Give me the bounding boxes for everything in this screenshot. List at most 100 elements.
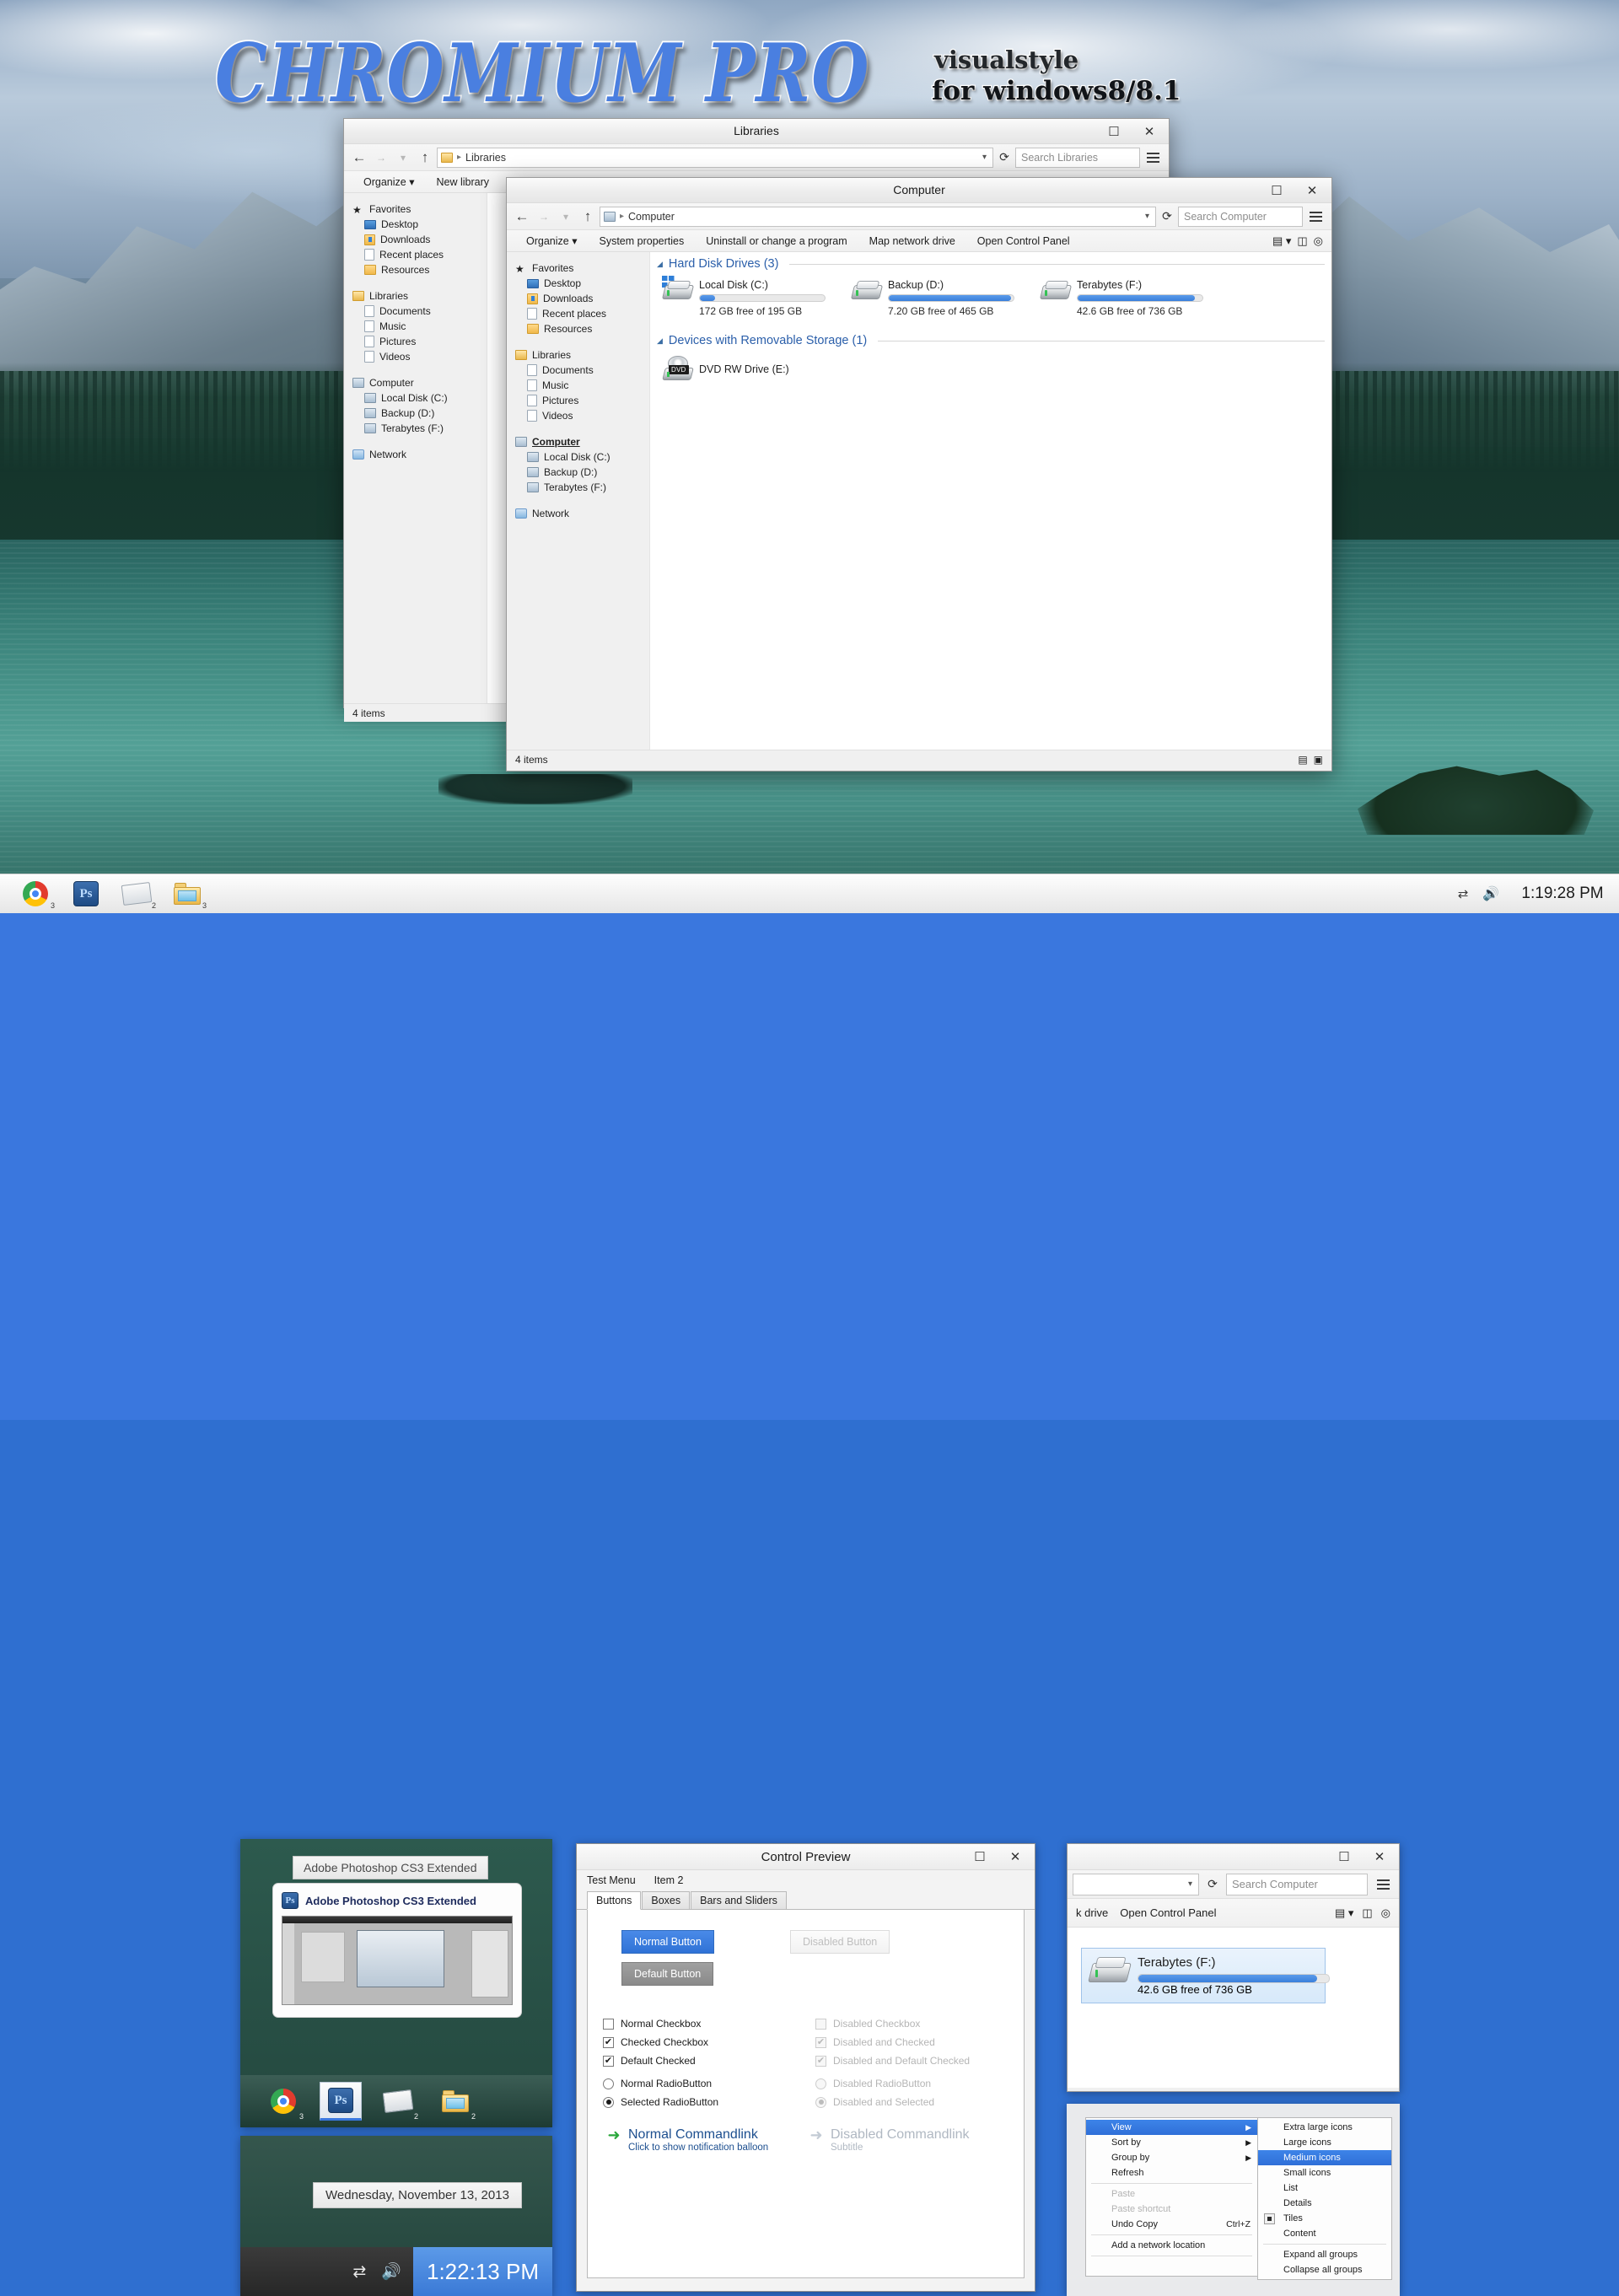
chevron-down-icon[interactable]: ◢ [657, 260, 663, 269]
refresh-icon[interactable]: ⟳ [1158, 207, 1176, 227]
taskbar-clock[interactable]: 1:19:28 PM [1509, 874, 1616, 914]
libraries-menu-icon[interactable] [1142, 148, 1164, 168]
libraries-maximize-button[interactable]: ☐ [1096, 119, 1132, 143]
menu-item-details[interactable]: Details [1258, 2196, 1391, 2211]
checkbox-checked-row[interactable]: Checked Checkbox [603, 2036, 708, 2048]
refresh-icon[interactable]: ⟳ [995, 148, 1014, 168]
back-icon[interactable]: ← [512, 207, 532, 227]
volume-tray-icon[interactable]: 🔊 [1482, 887, 1499, 901]
address-chevron-down-icon[interactable]: ▾ [982, 153, 989, 162]
checkbox-default-checked-row[interactable]: Default Checked [603, 2055, 708, 2067]
explorer-crop-maximize-button[interactable]: ☐ [1326, 1844, 1362, 1869]
taskbar-item-photoshop[interactable]: Ps [64, 877, 108, 914]
forward-icon[interactable]: → [534, 207, 554, 227]
normal-radio-row[interactable]: Normal RadioButton [603, 2078, 718, 2089]
menu-item-test-menu[interactable]: Test Menu [587, 1874, 636, 1886]
menu-item-medium-icons[interactable]: Medium icons [1258, 2150, 1391, 2165]
drive-tile[interactable]: DVD DVD RW Drive (E:) [659, 352, 847, 384]
drive-tile-selected[interactable]: Terabytes (F:) 42.6 GB free of 736 GB [1081, 1948, 1330, 2003]
address-chevron-down-icon[interactable]: ▾ [1188, 1879, 1195, 1889]
sidebar-item-favorites[interactable]: ★ Favorites [514, 261, 649, 276]
sidebar-item-resources[interactable]: Resources [514, 321, 649, 336]
menu-item-item-2[interactable]: Item 2 [654, 1874, 684, 1886]
taskbar-item-notepad[interactable]: 2 [377, 2082, 419, 2121]
chevron-down-icon[interactable]: ◢ [657, 336, 663, 346]
menu-item-extra-large-icons[interactable]: Extra large icons [1258, 2120, 1391, 2135]
explorer-crop-content[interactable]: Terabytes (F:) 42.6 GB free of 736 GB [1068, 1928, 1399, 2088]
libraries-organize-button[interactable]: Organize ▾ [352, 173, 425, 191]
open-control-panel-button[interactable]: Open Control Panel [1120, 1906, 1216, 1919]
details-view-icon[interactable]: ▤ [1298, 754, 1307, 766]
libraries-titlebar[interactable]: Libraries ☐ ✕ [344, 119, 1169, 144]
menu-item-content[interactable]: Content [1258, 2226, 1391, 2241]
forward-icon[interactable]: → [371, 148, 391, 168]
sidebar-item-resources[interactable]: Resources [351, 262, 487, 277]
network-tray-icon[interactable]: ⇄ [1454, 887, 1472, 901]
checked-checkbox[interactable] [603, 2036, 614, 2048]
menu-item-list[interactable]: List [1258, 2180, 1391, 2196]
computer-titlebar[interactable]: Computer ☐ ✕ [507, 178, 1331, 203]
sidebar-item-recent-places[interactable]: Recent places [514, 306, 649, 321]
libraries-new-library-button[interactable]: New library [425, 173, 500, 191]
volume-tray-icon[interactable]: 🔊 [381, 2261, 401, 2282]
back-icon[interactable]: ← [349, 148, 369, 168]
menu-item-large-icons[interactable]: Large icons [1258, 2135, 1391, 2150]
computer-address-bar[interactable]: ▸ Computer ▾ [600, 206, 1156, 227]
explorer-crop-panel[interactable]: ☐ ✕ ▾ ⟳ Search Computer k drive Open Con… [1067, 1843, 1400, 2092]
help-icon[interactable]: ◎ [1381, 1906, 1390, 1920]
photoshop-thumbnail[interactable]: Ps Adobe Photoshop CS3 Extended [272, 1883, 522, 2018]
uninstall-change-program-button[interactable]: Uninstall or change a program [695, 232, 858, 250]
menu-item-group-by[interactable]: Group by ▶ [1086, 2150, 1257, 2165]
group-header-hard-disk-drives[interactable]: ◢ Hard Disk Drives (3) [650, 252, 1331, 272]
computer-organize-button[interactable]: Organize ▾ [515, 232, 588, 250]
taskbar-item-chrome[interactable]: 3 [262, 2082, 304, 2121]
refresh-icon[interactable]: ⟳ [1203, 1874, 1222, 1895]
preview-pane-icon[interactable]: ◫ [1297, 234, 1307, 248]
checkbox-normal-row[interactable]: Normal Checkbox [603, 2018, 708, 2030]
up-icon[interactable]: ↑ [578, 207, 598, 227]
libraries-close-button[interactable]: ✕ [1132, 119, 1167, 143]
context-menu[interactable]: View ▶ Sort by ▶ Group by ▶ Refresh Past… [1085, 2117, 1258, 2277]
normal-button[interactable]: Normal Button [621, 1930, 714, 1954]
sidebar-item-local-disk-c[interactable]: Local Disk (C:) [351, 390, 487, 406]
explorer-crop-titlebar[interactable]: ☐ ✕ [1068, 1844, 1399, 1870]
drive-tile[interactable]: Backup (D:) 7.20 GB free of 465 GB [847, 276, 1036, 320]
taskbar-item-explorer[interactable]: 2 [434, 2082, 476, 2121]
sidebar-item-computer[interactable]: Computer [351, 375, 487, 390]
map-network-drive-button[interactable]: Map network drive [858, 232, 966, 250]
explorer-crop-menu-icon[interactable] [1372, 1874, 1394, 1895]
computer-close-button[interactable]: ✕ [1294, 178, 1330, 202]
sidebar-item-music[interactable]: Music [514, 378, 649, 393]
selected-radio-row[interactable]: Selected RadioButton [603, 2096, 718, 2108]
menu-item-view[interactable]: View ▶ [1086, 2120, 1257, 2135]
clock-preview-time[interactable]: 1:22:13 PM [413, 2247, 552, 2296]
address-chevron-down-icon[interactable]: ▾ [1145, 212, 1152, 221]
menu-item-undo-copy[interactable]: Undo Copy Ctrl+Z [1086, 2217, 1257, 2232]
help-icon[interactable]: ◎ [1314, 234, 1323, 248]
sidebar-item-documents[interactable]: Documents [514, 363, 649, 378]
normal-radiobutton[interactable] [603, 2078, 614, 2089]
sidebar-item-terabytes-f[interactable]: Terabytes (F:) [351, 421, 487, 436]
menu-item-small-icons[interactable]: Small icons [1258, 2165, 1391, 2180]
menu-item-tiles[interactable]: Tiles [1258, 2211, 1391, 2226]
sidebar-item-videos[interactable]: Videos [351, 349, 487, 364]
change-view-icon[interactable]: ▤ ▾ [1335, 1906, 1353, 1920]
explorer-crop-search-input[interactable]: Search Computer [1226, 1873, 1368, 1895]
sidebar-item-network[interactable]: Network [351, 447, 487, 462]
sidebar-item-videos[interactable]: Videos [514, 408, 649, 423]
control-preview-maximize-button[interactable]: ☐ [962, 1844, 998, 1869]
tab-buttons[interactable]: Buttons [587, 1891, 642, 1910]
sidebar-item-favorites[interactable]: ★ Favorites [351, 202, 487, 217]
sidebar-item-libraries[interactable]: Libraries [514, 347, 649, 363]
menu-item-add-network-location[interactable]: Add a network location [1086, 2238, 1257, 2253]
preview-pane-icon[interactable]: ◫ [1362, 1906, 1372, 1920]
context-submenu-view[interactable]: Extra large icons Large icons Medium ico… [1257, 2117, 1392, 2280]
sidebar-item-downloads[interactable]: Downloads [351, 232, 487, 247]
selected-radiobutton[interactable] [603, 2096, 614, 2108]
sidebar-item-pictures[interactable]: Pictures [351, 334, 487, 349]
sidebar-item-terabytes-f[interactable]: Terabytes (F:) [514, 480, 649, 495]
sidebar-item-local-disk-c[interactable]: Local Disk (C:) [514, 449, 649, 465]
group-header-removable-storage[interactable]: ◢ Devices with Removable Storage (1) [650, 329, 1331, 349]
sidebar-item-documents[interactable]: Documents [351, 304, 487, 319]
sidebar-item-libraries[interactable]: Libraries [351, 288, 487, 304]
